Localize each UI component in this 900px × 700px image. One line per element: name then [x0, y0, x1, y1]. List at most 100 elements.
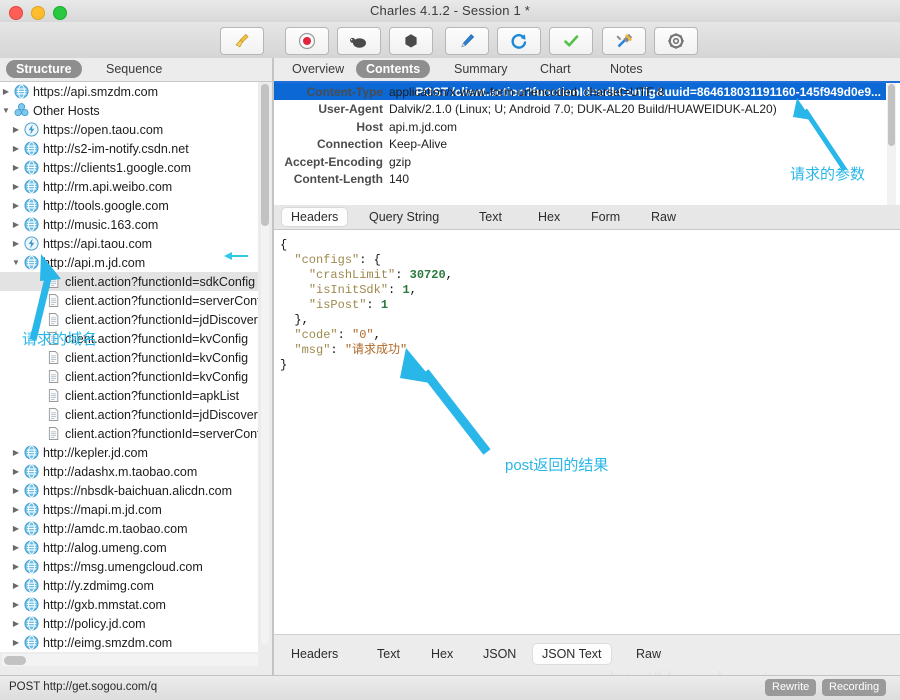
- tree-item[interactable]: ▶ https://clients1.google.com: [0, 158, 258, 177]
- tree-item[interactable]: client.action?functionId=jdDiscovery: [0, 405, 258, 424]
- tree-item[interactable]: client.action?functionId=kvConfig: [0, 348, 258, 367]
- tree-item[interactable]: ▼ http://api.m.jd.com: [0, 253, 258, 272]
- response-tab-json-text[interactable]: JSON Text: [533, 644, 611, 664]
- chevron-right-icon[interactable]: ▶: [10, 220, 22, 229]
- tab-chart[interactable]: Chart: [530, 60, 581, 78]
- tree-item[interactable]: ▶ http://kepler.jd.com: [0, 443, 258, 462]
- chevron-right-icon[interactable]: ▶: [10, 182, 22, 191]
- subtab-query-string[interactable]: Query String: [360, 208, 448, 226]
- tab-structure[interactable]: Structure: [6, 60, 82, 78]
- chevron-right-icon[interactable]: ▶: [10, 524, 22, 533]
- recording-toggle[interactable]: Recording: [822, 679, 887, 696]
- tree-item[interactable]: client.action?functionId=kvConfig: [0, 367, 258, 386]
- chevron-right-icon[interactable]: ▶: [10, 600, 22, 609]
- tree-item[interactable]: ▶ http://rm.api.weibo.com: [0, 177, 258, 196]
- chevron-right-icon[interactable]: ▶: [10, 239, 22, 248]
- tree-item[interactable]: ▶ https://nbsdk-baichuan.alicdn.com: [0, 481, 258, 500]
- tree-item[interactable]: ▶ http://y.zdmimg.com: [0, 576, 258, 595]
- session-tree[interactable]: ▶ https://api.smzdm.com ▼ Other Hosts ▶ https…: [0, 82, 258, 652]
- tree-item[interactable]: ▶ http://adashx.m.taobao.com: [0, 462, 258, 481]
- response-body-viewer[interactable]: { "configs": { "crashLimit": 30720, "isI…: [274, 230, 900, 634]
- validate-button[interactable]: [549, 27, 593, 55]
- response-tab-hex[interactable]: Hex: [422, 644, 462, 664]
- header-row[interactable]: Content-Type application/x-www-form-urlen…: [274, 83, 900, 101]
- tree-horizontal-scrollbar[interactable]: [2, 654, 258, 666]
- globe-icon: [22, 217, 40, 232]
- tree-item-label: client.action?functionId=kvConfig: [65, 369, 249, 384]
- settings-button[interactable]: [654, 27, 698, 55]
- tree-item[interactable]: client.action?functionId=serverConfig: [0, 424, 258, 443]
- tree-scrollbar-thumb[interactable]: [261, 84, 269, 226]
- tree-item[interactable]: client.action?functionId=apkList: [0, 386, 258, 405]
- compose-button[interactable]: [445, 27, 489, 55]
- start-recording-button[interactable]: [285, 27, 329, 55]
- chevron-down-icon[interactable]: ▼: [0, 106, 12, 115]
- chevron-right-icon[interactable]: ▶: [10, 562, 22, 571]
- response-tab-text[interactable]: Text: [368, 644, 409, 664]
- chevron-right-icon[interactable]: ▶: [10, 581, 22, 590]
- tree-item[interactable]: ▶ http://amdc.m.taobao.com: [0, 519, 258, 538]
- chevron-right-icon[interactable]: ▶: [10, 125, 22, 134]
- response-tab-json[interactable]: JSON: [474, 644, 525, 664]
- chevron-right-icon[interactable]: ▶: [10, 201, 22, 210]
- tree-item[interactable]: client.action?functionId=serverConfig: [0, 291, 258, 310]
- tree-item-label: http://alog.umeng.com: [43, 540, 167, 555]
- globe-icon: [23, 445, 39, 460]
- tab-overview[interactable]: Overview: [282, 60, 354, 78]
- subtab-form[interactable]: Form: [582, 208, 629, 226]
- tree-item[interactable]: ▶ http://gxb.mmstat.com: [0, 595, 258, 614]
- chevron-right-icon[interactable]: ▶: [10, 638, 22, 647]
- chevron-right-icon[interactable]: ▶: [10, 505, 22, 514]
- header-value: gzip: [389, 154, 412, 169]
- tree-item[interactable]: ▶ http://music.163.com: [0, 215, 258, 234]
- tab-summary[interactable]: Summary: [444, 60, 517, 78]
- chevron-right-icon[interactable]: ▶: [10, 467, 22, 476]
- globe-icon: [23, 464, 39, 479]
- tree-item[interactable]: client.action?functionId=jdDiscovery: [0, 310, 258, 329]
- clear-session-button[interactable]: [220, 27, 264, 55]
- tab-contents[interactable]: Contents: [356, 60, 431, 78]
- header-row[interactable]: Connection Keep-Alive: [274, 136, 900, 154]
- throttle-button[interactable]: [337, 27, 381, 55]
- header-row[interactable]: User-Agent Dalvik/2.1.0 (Linux; U; Androi…: [274, 101, 900, 119]
- subtab-text[interactable]: Text: [470, 208, 511, 226]
- chevron-down-icon[interactable]: ▼: [10, 258, 22, 267]
- tab-sequence[interactable]: Sequence: [96, 60, 172, 78]
- chevron-right-icon[interactable]: ▶: [10, 144, 22, 153]
- rewrite-toggle[interactable]: Rewrite: [765, 679, 817, 696]
- headers-scrollbar-thumb[interactable]: [888, 84, 895, 146]
- tree-item[interactable]: ▶ http://s2-im-notify.csdn.net: [0, 139, 258, 158]
- tree-item[interactable]: ▶ https://api.smzdm.com: [0, 82, 258, 101]
- response-tab-raw[interactable]: Raw: [627, 644, 670, 664]
- response-tab-headers[interactable]: Headers: [282, 644, 347, 664]
- repeat-button[interactable]: [497, 27, 541, 55]
- tree-item[interactable]: ▶ https://msg.umengcloud.com: [0, 557, 258, 576]
- tree-item[interactable]: ▶ https://mapi.m.jd.com: [0, 500, 258, 519]
- chevron-right-icon[interactable]: ▶: [10, 486, 22, 495]
- chevron-right-icon[interactable]: ▶: [10, 163, 22, 172]
- tree-item[interactable]: ▼ Other Hosts: [0, 101, 258, 120]
- bolt-icon: [22, 236, 40, 251]
- tree-item[interactable]: ▶ http://tools.google.com: [0, 196, 258, 215]
- tree-item[interactable]: ▶ http://alog.umeng.com: [0, 538, 258, 557]
- file-icon: [48, 389, 58, 402]
- tree-item[interactable]: ▶ https://api.taou.com: [0, 234, 258, 253]
- subtab-headers[interactable]: Headers: [282, 208, 348, 226]
- tab-notes[interactable]: Notes: [600, 60, 653, 78]
- chevron-right-icon[interactable]: ▶: [0, 87, 12, 96]
- subtab-hex[interactable]: Hex: [529, 208, 569, 226]
- tree-item[interactable]: ▶ http://eimg.smzdm.com: [0, 633, 258, 652]
- header-row[interactable]: Host api.m.jd.com: [274, 118, 900, 136]
- chevron-right-icon[interactable]: ▶: [10, 619, 22, 628]
- chevron-right-icon[interactable]: ▶: [10, 543, 22, 552]
- tree-item[interactable]: client.action?functionId=sdkConfig: [0, 272, 258, 291]
- subtab-raw[interactable]: Raw: [642, 208, 685, 226]
- tree-item[interactable]: ▶ https://open.taou.com: [0, 120, 258, 139]
- tools-button[interactable]: [602, 27, 646, 55]
- tree-hscrollbar-thumb[interactable]: [4, 656, 26, 665]
- chevron-right-icon[interactable]: ▶: [10, 448, 22, 457]
- headers-scrollbar[interactable]: [887, 83, 896, 205]
- breakpoints-button[interactable]: [389, 27, 433, 55]
- tree-item[interactable]: ▶ http://policy.jd.com: [0, 614, 258, 633]
- tree-vertical-scrollbar[interactable]: [261, 84, 269, 644]
